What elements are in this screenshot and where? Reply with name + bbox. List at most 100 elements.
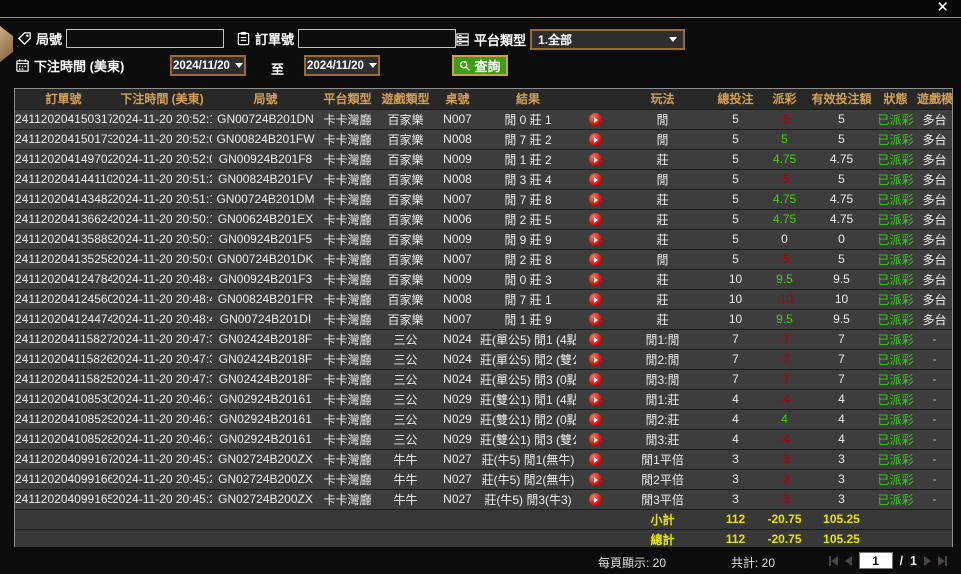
table-row: 2411202041352582024-11-20 20:50:07GN0072…: [15, 249, 952, 269]
cell-total_bet: 5: [711, 129, 760, 149]
cell-play: 閒2:閒: [614, 349, 711, 369]
date-to-select[interactable]: 2024/11/20: [304, 55, 380, 76]
cell-play: 莊: [614, 229, 711, 249]
platform-selected-value: 1.全部: [538, 31, 572, 48]
grand-total-play: 總計: [614, 529, 711, 549]
cell-game_type: 百家樂: [376, 289, 435, 309]
close-icon[interactable]: ✕: [936, 0, 949, 17]
play-result-button[interactable]: [589, 413, 602, 426]
page-total: 1: [910, 554, 917, 568]
cell-result: 閒 2 莊 8: [480, 249, 576, 269]
cell-play: 莊: [614, 289, 711, 309]
page-number-input[interactable]: [859, 552, 893, 569]
play-result-button[interactable]: [589, 153, 602, 166]
cell-game_type: 牛牛: [376, 469, 435, 489]
cell-game_type: 百家樂: [376, 269, 435, 289]
cell-status: 已派彩: [874, 309, 917, 329]
platform-select[interactable]: 1.全部: [530, 29, 685, 50]
play-result-button[interactable]: [589, 173, 602, 186]
cell-table_no: N024: [435, 349, 480, 369]
cell-round_no: GN02424B2018F: [212, 369, 319, 389]
cell-bet_time: 2024-11-20 20:47:32: [112, 349, 212, 369]
last-page-button[interactable]: [938, 556, 947, 566]
cell-result: 閒 7 莊 1: [480, 289, 576, 309]
cell-play: 莊: [614, 149, 711, 169]
cell-platform: 卡卡灣廳: [319, 289, 376, 309]
cell-total_bet: 10: [711, 269, 760, 289]
cell-total_bet: 5: [711, 189, 760, 209]
first-page-button[interactable]: [829, 556, 838, 566]
play-result-button[interactable]: [589, 373, 602, 386]
play-result-button[interactable]: [589, 493, 602, 506]
cell-order_no: 241120204108528: [15, 429, 112, 449]
play-result-button[interactable]: [589, 233, 602, 246]
play-result-button[interactable]: [589, 253, 602, 266]
subtotal-row: 小計112-20.75105.25: [15, 509, 952, 529]
cell-valid_bet: 5: [809, 129, 874, 149]
cell-game_type: 三公: [376, 409, 435, 429]
cell-bet_time: 2024-11-20 20:51:17: [112, 189, 212, 209]
play-result-button[interactable]: [589, 113, 602, 126]
cell-mode: -: [917, 369, 952, 389]
prev-page-button[interactable]: [845, 556, 852, 566]
play-result-button[interactable]: [589, 213, 602, 226]
cell-payout: 9.5: [760, 269, 809, 289]
next-page-button[interactable]: [924, 556, 931, 566]
cell-order_no: 241120204135889: [15, 229, 112, 249]
table-row: 2411202041358892024-11-20 20:50:13GN0092…: [15, 229, 952, 249]
cell-platform: 卡卡灣廳: [319, 329, 376, 349]
date-from-select[interactable]: 2024/11/20: [170, 55, 246, 76]
play-result-button[interactable]: [589, 453, 602, 466]
round-input[interactable]: [66, 29, 224, 48]
play-result-button[interactable]: [589, 353, 602, 366]
cell-mode: -: [917, 349, 952, 369]
cell-order_no: 241120204099165: [15, 489, 112, 509]
cell-play: 閒: [614, 249, 711, 269]
cell-mode: 多台: [917, 189, 952, 209]
cell-total_bet: 10: [711, 289, 760, 309]
table-row: 2411202041085292024-11-20 20:46:33GN0292…: [15, 409, 952, 429]
cell-valid_bet: 9.5: [809, 309, 874, 329]
table-row: 2411202040991652024-11-20 20:45:21GN0272…: [15, 489, 952, 509]
play-result-button[interactable]: [589, 133, 602, 146]
cell-payout: 0: [760, 229, 809, 249]
play-result-button[interactable]: [589, 193, 602, 206]
table-row: 2411202041085282024-11-20 20:46:33GN0292…: [15, 429, 952, 449]
cell-valid_bet: 5: [809, 249, 874, 269]
play-result-button[interactable]: [589, 333, 602, 346]
cell-bet_time: 2024-11-20 20:52:04: [112, 149, 212, 169]
cell-total_bet: 10: [711, 309, 760, 329]
cell-play: 閒3:莊: [614, 429, 711, 449]
cell-round_no: GN00924B201F3: [212, 269, 319, 289]
cell-mode: -: [917, 489, 952, 509]
cell-bet_time: 2024-11-20 20:46:33: [112, 429, 212, 449]
order-input[interactable]: [298, 29, 456, 48]
play-result-button[interactable]: [589, 313, 602, 326]
cell-table_no: N027: [435, 449, 480, 469]
cell-bet_time: 2024-11-20 20:50:19: [112, 209, 212, 229]
cell-order_no: 241120204149702: [15, 149, 112, 169]
cell-status: 已派彩: [874, 169, 917, 189]
cell-payout: -7: [760, 329, 809, 349]
play-result-button[interactable]: [589, 473, 602, 486]
cell-result: 莊(雙公1) 閒1 (4點): [480, 389, 576, 409]
cell-platform: 卡卡灣廳: [319, 429, 376, 449]
cell-table_no: N007: [435, 189, 480, 209]
date-to-value: 2024/11/20: [307, 60, 364, 72]
cell-order_no: 241120204124560: [15, 289, 112, 309]
cell-valid_bet: 10: [809, 289, 874, 309]
play-result-button[interactable]: [589, 393, 602, 406]
table-row: 2411202040991662024-11-20 20:45:21GN0272…: [15, 469, 952, 489]
chevron-down-icon: [669, 37, 677, 42]
column-header-valid_bet: 有效投注額: [809, 89, 874, 109]
search-button[interactable]: 查詢: [452, 55, 508, 76]
cell-order_no: 241120204115826: [15, 349, 112, 369]
cell-payout: -4: [760, 389, 809, 409]
cell-game_type: 百家樂: [376, 149, 435, 169]
cell-order_no: 241120204108529: [15, 409, 112, 429]
play-result-button[interactable]: [589, 293, 602, 306]
play-result-button[interactable]: [589, 273, 602, 286]
cell-status: 已派彩: [874, 149, 917, 169]
play-result-button[interactable]: [589, 433, 602, 446]
table-row: 2411202041244742024-11-20 20:48:43GN0072…: [15, 309, 952, 329]
